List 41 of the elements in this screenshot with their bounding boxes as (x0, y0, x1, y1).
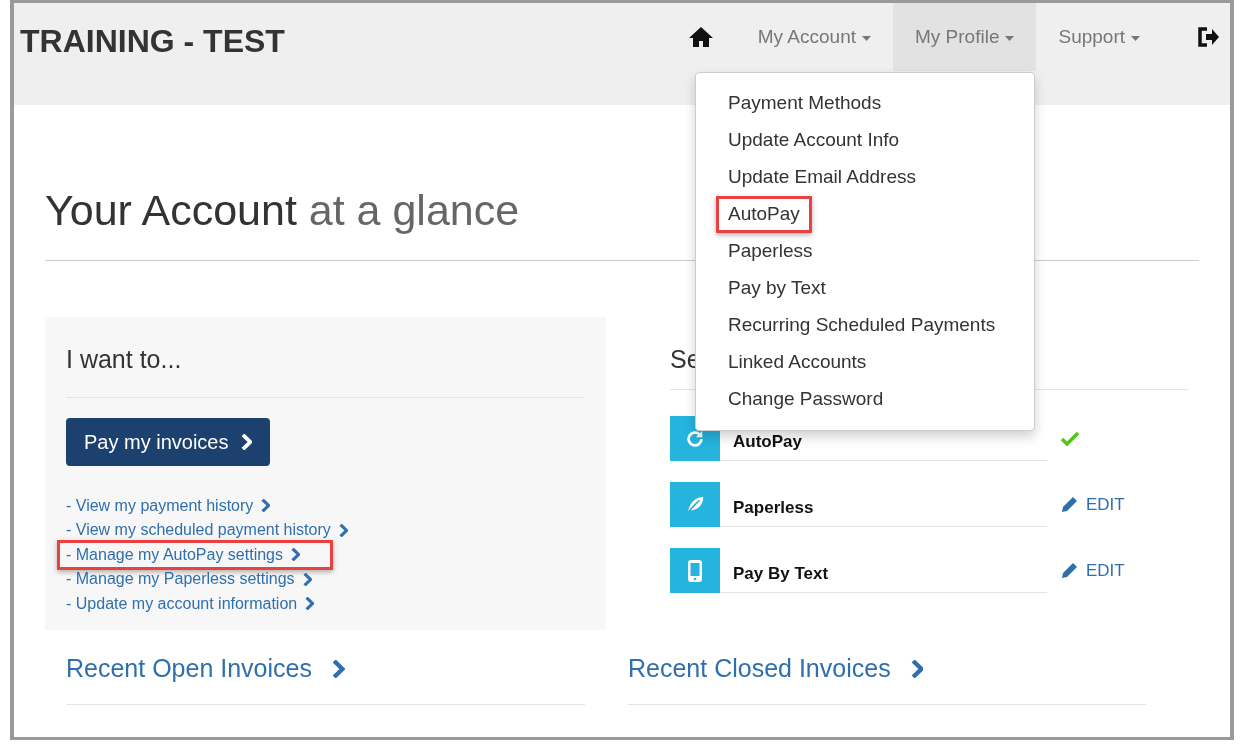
phone-icon (687, 558, 703, 583)
site-title: TRAINING - TEST (20, 22, 285, 61)
pencil-icon (1061, 496, 1078, 513)
nav-menu[interactable]: My Account (735, 3, 893, 71)
dropdown-item[interactable]: Update Account Info (716, 122, 912, 159)
nav-menu[interactable]: Support (1036, 3, 1162, 71)
dropdown-item[interactable]: Payment Methods (716, 85, 894, 122)
dropdown-item[interactable]: Linked Accounts (716, 344, 879, 381)
pay-invoices-button[interactable]: Pay my invoices (66, 417, 270, 466)
dropdown-item[interactable]: Update Email Address (716, 159, 928, 196)
action-link[interactable]: - Manage my AutoPay settings (57, 539, 334, 570)
logout-icon (1196, 26, 1220, 48)
edit-link[interactable]: EDIT (1061, 557, 1125, 584)
chevron-icon (240, 433, 252, 450)
chevron-icon (332, 659, 345, 678)
dropdown-item[interactable]: Pay by Text (716, 270, 838, 307)
service-name: AutoPay (733, 431, 802, 451)
section-link[interactable]: Recent Open Invoices (66, 650, 585, 688)
dropdown-item[interactable]: Paperless (716, 233, 825, 270)
edit-link[interactable]: EDIT (1061, 491, 1125, 518)
page-heading: Your Account at a glance (45, 186, 520, 234)
chevron-icon (305, 597, 315, 611)
caret-icon (1005, 35, 1015, 41)
chevron-icon (302, 572, 312, 586)
dropdown-item[interactable]: Change Password (716, 381, 896, 418)
caret-icon (862, 35, 871, 41)
check-icon (1061, 431, 1079, 446)
section-link[interactable]: Recent Closed Invoices (628, 650, 1146, 688)
home-icon (687, 26, 714, 48)
service-name: Pay By Text (733, 563, 829, 583)
dropdown-item[interactable]: AutoPay (716, 196, 812, 233)
card-title: I want to... (66, 345, 182, 373)
chevron-icon (338, 523, 348, 537)
caret-icon (1131, 35, 1140, 41)
chevron-icon (291, 548, 301, 562)
dropdown-item[interactable]: Recurring Scheduled Payments (716, 307, 1008, 344)
pencil-icon (1061, 562, 1078, 579)
chevron-icon (910, 659, 924, 678)
nav-menu[interactable]: My Profile (893, 3, 1037, 71)
chevron-icon (261, 499, 271, 513)
service-name: Paperless (733, 497, 814, 517)
